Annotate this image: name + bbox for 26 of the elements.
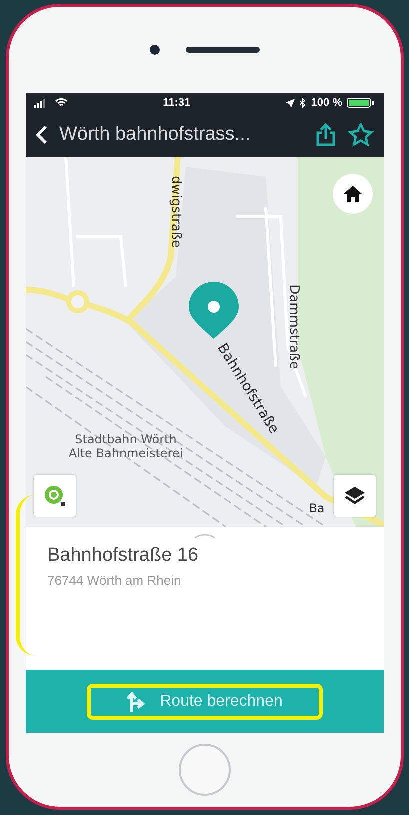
place-name: Bahnhofstraße 16 [48, 545, 200, 567]
map-label: dwigstraße [168, 176, 183, 248]
share-icon[interactable] [316, 123, 336, 147]
status-time: 11:31 [163, 97, 191, 109]
route-icon [126, 692, 146, 712]
camera-dot [150, 45, 160, 55]
wifi-icon [54, 98, 68, 108]
home-icon [344, 186, 362, 202]
page-title: Wörth bahnhofstrass... [60, 124, 252, 146]
layers-icon [344, 486, 366, 506]
place-address: 76744 Wörth am Rhein [48, 573, 182, 588]
bluetooth-icon [300, 98, 306, 108]
roundabout [66, 290, 89, 314]
map-label: Ba [308, 501, 324, 516]
battery-icon [347, 98, 376, 108]
map-label: Stadtbahn Wörth [74, 432, 176, 446]
layers-button[interactable] [334, 475, 376, 517]
location-arrow-icon [286, 98, 296, 108]
drag-handle-icon[interactable] [194, 533, 216, 539]
map-label: Dammstraße [286, 284, 301, 370]
location-target-icon [42, 484, 66, 508]
location-pin-icon [188, 282, 238, 339]
battery-percent: 100 % [311, 97, 342, 109]
star-icon[interactable] [348, 123, 374, 147]
back-icon[interactable] [36, 125, 48, 145]
map-label: Alte Bahnmeisterei [68, 446, 183, 460]
